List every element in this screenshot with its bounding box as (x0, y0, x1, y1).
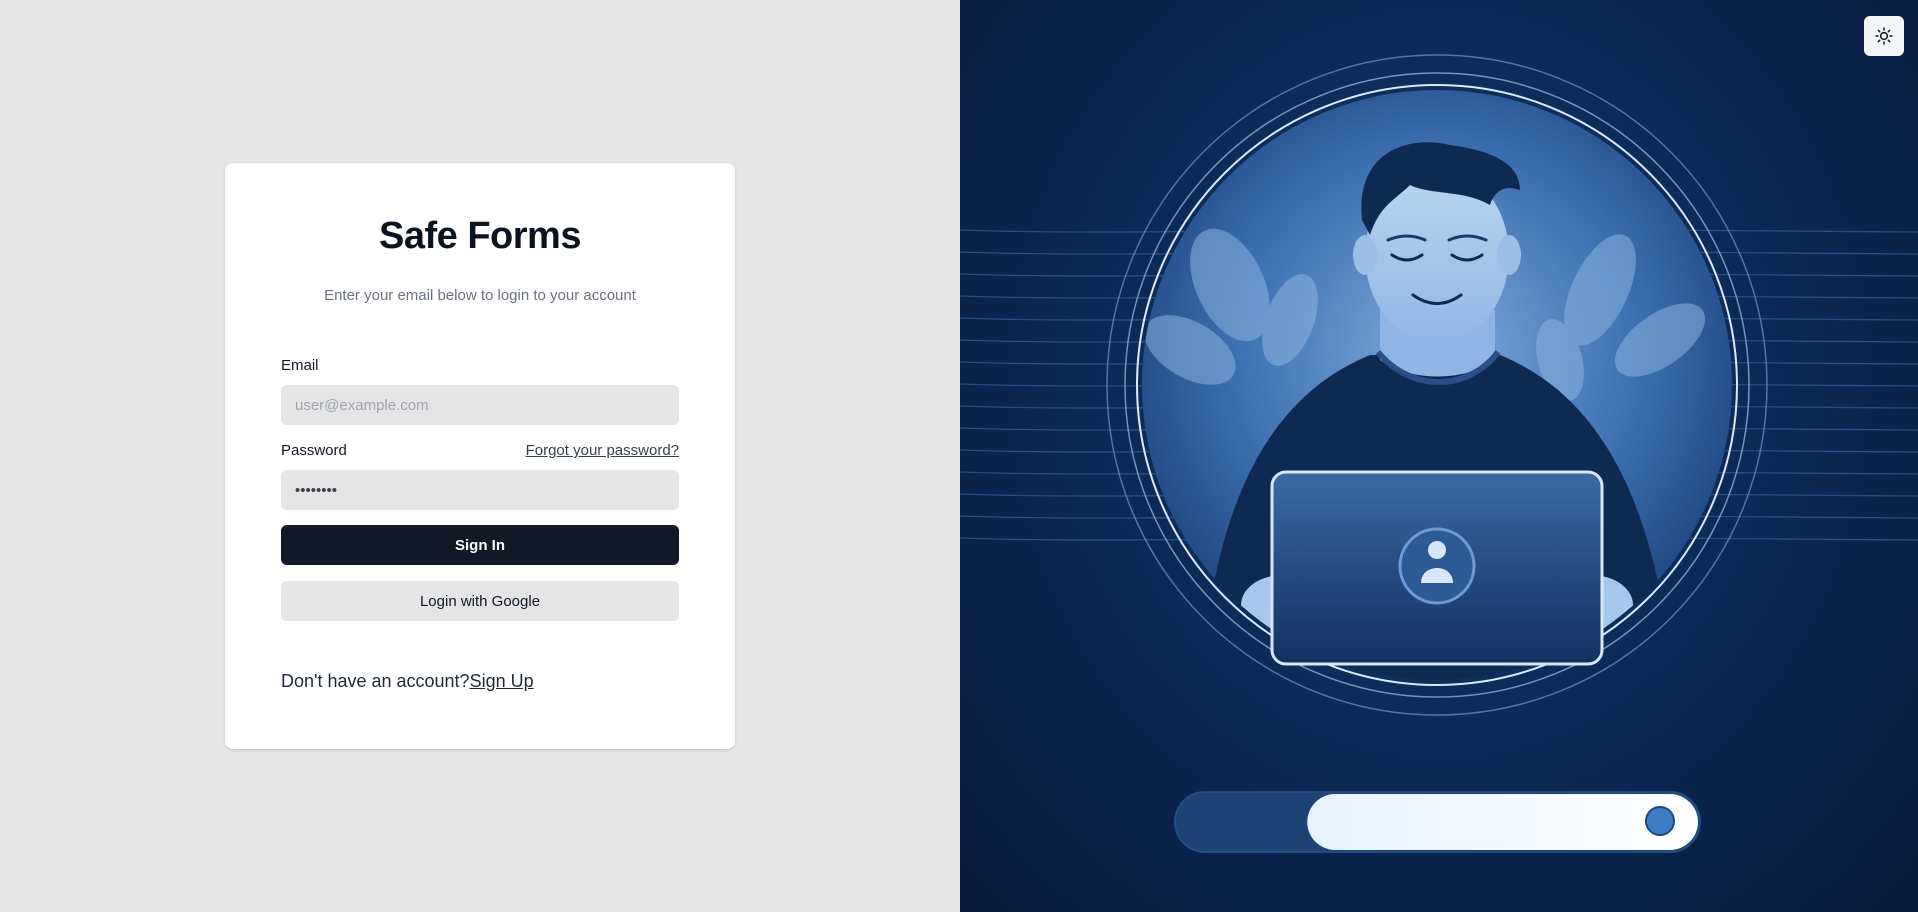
email-field[interactable] (281, 385, 679, 425)
login-card: Safe Forms Enter your email below to log… (225, 163, 735, 749)
progress-bar (1174, 791, 1701, 853)
google-login-button[interactable]: Login with Google (281, 581, 679, 621)
password-field[interactable] (281, 470, 679, 510)
progress-knob (1645, 806, 1675, 836)
password-label: Password (281, 442, 347, 459)
forgot-password-link[interactable]: Forgot your password? (526, 442, 679, 459)
left-ear (1353, 235, 1377, 275)
sign-in-button[interactable]: Sign In (281, 525, 679, 565)
email-label: Email (281, 357, 319, 374)
illustration-panel (960, 0, 1918, 912)
signup-prompt: Don't have an account?Sign Up (281, 671, 534, 692)
page-subtitle: Enter your email below to login to your … (324, 287, 636, 304)
page-title: Safe Forms (379, 215, 581, 257)
laptop (1270, 470, 1604, 666)
signup-prompt-text: Don't have an account? (281, 671, 470, 691)
progress-fill (1307, 794, 1698, 850)
login-panel: Safe Forms Enter your email below to log… (0, 0, 960, 912)
login-illustration (960, 54, 1918, 853)
right-ear (1497, 235, 1521, 275)
sun-icon (1875, 27, 1893, 45)
sign-up-link[interactable]: Sign Up (470, 671, 534, 691)
theme-toggle-button[interactable] (1864, 16, 1904, 56)
user-icon (1398, 527, 1476, 605)
